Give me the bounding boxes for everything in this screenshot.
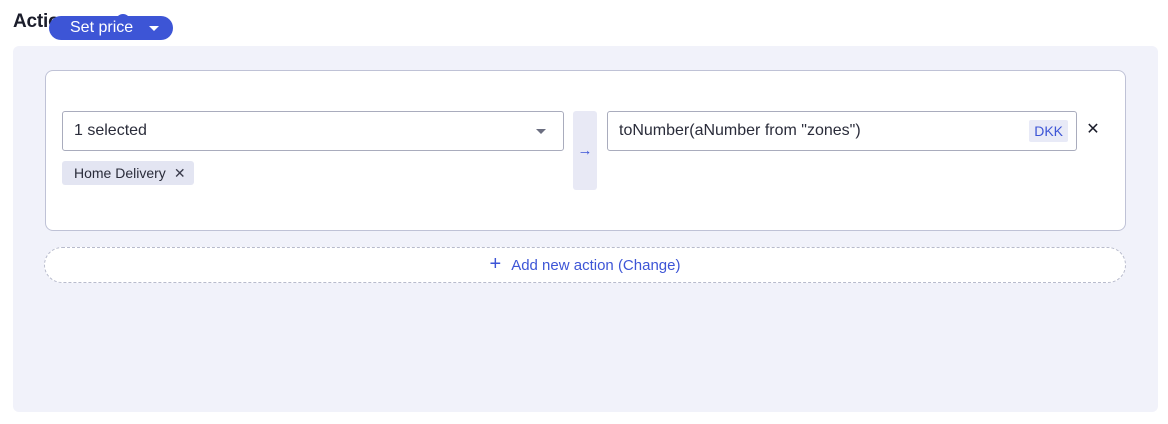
expression-input[interactable]: toNumber(aNumber from "zones") DKK xyxy=(607,111,1077,151)
add-action-label: Add new action (Change) xyxy=(511,256,681,274)
plus-icon: + xyxy=(489,253,502,275)
currency-badge: DKK xyxy=(1029,120,1068,142)
chip-label: Home Delivery xyxy=(74,165,166,181)
caret-down-icon xyxy=(149,25,160,31)
add-action-button[interactable]: + Add new action (Change) xyxy=(44,247,1126,283)
chevron-down-icon xyxy=(536,129,546,134)
action-type-dropdown[interactable]: Set price xyxy=(49,16,174,40)
remove-action-button[interactable]: ✕ xyxy=(1086,121,1100,139)
selected-chip: Home Delivery ✕ xyxy=(62,161,194,185)
action-card: 1 selected Home Delivery ✕ → toNumber(aN… xyxy=(45,70,1126,231)
actions-panel: 1 selected Home Delivery ✕ → toNumber(aN… xyxy=(13,46,1158,412)
target-select-value: 1 selected xyxy=(74,122,147,139)
chip-remove-icon[interactable]: ✕ xyxy=(174,166,186,180)
arrow-right-icon[interactable]: → xyxy=(573,111,597,190)
expression-value: toNumber(aNumber from "zones") xyxy=(619,122,861,139)
action-type-label: Set price xyxy=(70,19,134,36)
target-select[interactable]: 1 selected xyxy=(62,111,564,151)
